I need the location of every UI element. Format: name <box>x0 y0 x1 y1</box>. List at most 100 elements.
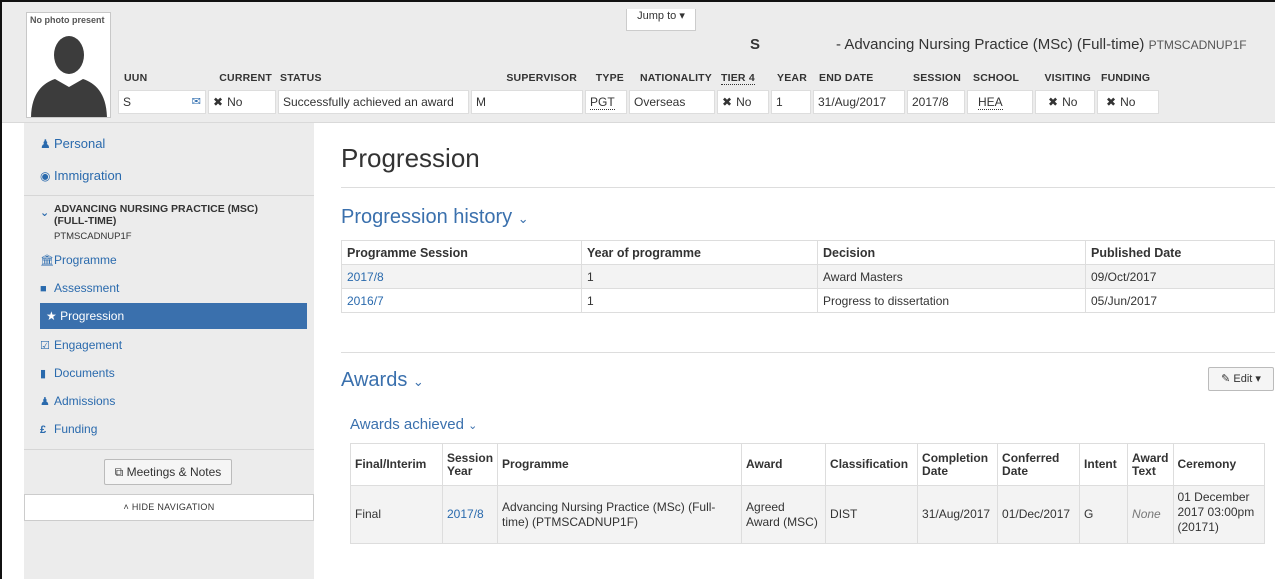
column-header: Award <box>741 443 827 486</box>
field-type-label: TYPE <box>595 72 624 84</box>
table-cell: 01/Dec/2017 <box>997 485 1081 544</box>
envelope-icon[interactable]: ✉ <box>192 91 201 113</box>
field-status-label: STATUS <box>280 72 322 84</box>
avatar-silhouette-icon <box>31 36 107 117</box>
edit-awards-button[interactable]: ✎ Edit ▾ <box>1208 367 1274 391</box>
table-row: 2016/7 1 Progress to dissertation 05/Jun… <box>341 288 1275 313</box>
session-link[interactable]: 2016/7 <box>341 288 582 313</box>
student-header: No photo present Jump to ▾ S - Advancing… <box>2 2 1275 123</box>
field-visiting-value: ✖ No <box>1035 90 1095 114</box>
column-header: Final/Interim <box>350 443 443 486</box>
table-cell: DIST <box>825 485 919 544</box>
table-cell: Award Masters <box>817 264 1086 289</box>
field-current: CURRENT ✖ No <box>208 72 276 116</box>
table-cell: 01 December 2017 03:00pm (20171) <box>1172 485 1265 544</box>
pencil-icon: ✎ <box>1221 373 1231 385</box>
sidebar-divider <box>24 449 314 450</box>
session-link[interactable]: 2017/8 <box>341 264 582 289</box>
field-year-value: 1 <box>771 90 811 114</box>
awards-table: Final/Interim Session Year Programme Awa… <box>350 443 1265 544</box>
column-header: Conferred Date <box>997 443 1081 486</box>
sidebar-nav: ♟ Personal ◉ Immigration ⌄ ADVANCING NURSI… <box>24 123 314 579</box>
pound-icon: £ <box>40 424 47 436</box>
field-tier4: TIER 4 ✖ No <box>717 72 769 116</box>
cross-icon: ✖ <box>1048 95 1059 109</box>
field-type: TYPE PGT <box>585 72 627 116</box>
field-uun-label: UUN <box>124 72 148 84</box>
chevron-down-icon: ⌄ <box>468 420 478 432</box>
field-nationality-value: Overseas <box>629 90 715 114</box>
star-icon: ★ <box>46 309 57 323</box>
table-row: 2017/8 1 Award Masters 09/Oct/2017 <box>341 264 1275 289</box>
cross-icon: ✖ <box>722 95 733 109</box>
table-cell: 1 <box>581 288 818 313</box>
meetings-notes-button[interactable]: ⧉ Meetings & Notes <box>104 459 232 485</box>
jump-to-dropdown[interactable]: Jump to ▾ <box>626 9 696 31</box>
sidebar-item-funding[interactable]: £ Funding <box>40 422 97 436</box>
field-school: SCHOOL HEA <box>967 72 1033 116</box>
table-cell: None <box>1127 485 1174 544</box>
table-cell: G <box>1079 485 1129 544</box>
field-session: SESSION 2017/8 <box>907 72 965 116</box>
field-end-date-value: 31/Aug/2017 <box>813 90 905 114</box>
table-cell: Agreed Award (MSC) <box>741 485 827 544</box>
field-type-value: PGT <box>585 90 627 114</box>
column-header: Award Text <box>1127 443 1174 486</box>
column-header: Completion Date <box>917 443 999 486</box>
field-nationality-label: NATIONALITY <box>640 72 712 84</box>
field-nationality: NATIONALITY Overseas <box>629 72 715 116</box>
caret-down-icon: ▾ <box>1255 373 1261 385</box>
column-header: Classification <box>825 443 919 486</box>
divider <box>341 352 1275 353</box>
field-funding: FUNDING ✖ No <box>1097 72 1159 116</box>
sidebar-item-engagement[interactable]: ☑ Engagement <box>40 338 122 352</box>
table-cell: Final <box>350 485 443 544</box>
student-name: S <box>750 36 761 53</box>
chevron-down-icon: ⌄ <box>40 207 50 219</box>
field-current-label: CURRENT <box>219 72 272 84</box>
field-year-label: YEAR <box>777 72 807 84</box>
chevron-down-icon: ⌄ <box>517 211 529 226</box>
photo-label: No photo present <box>30 15 105 25</box>
cross-icon: ✖ <box>213 95 224 109</box>
awards-achieved-heading[interactable]: Awards achieved ⌄ <box>350 416 477 433</box>
globe-icon: ◉ <box>40 169 51 183</box>
table-cell: 09/Oct/2017 <box>1085 264 1275 289</box>
sidebar-item-admissions[interactable]: ♟ Admissions <box>40 394 115 408</box>
divider <box>341 187 1275 188</box>
sidebar-item-programme[interactable]: 🏛Programme <box>40 253 117 267</box>
awards-heading[interactable]: Awards ⌄ <box>341 369 424 392</box>
field-school-value: HEA <box>967 90 1033 114</box>
hide-navigation-button[interactable]: ˄ HIDE NAVIGATION <box>24 494 314 521</box>
double-chevron-up-icon: ˄ <box>123 502 130 512</box>
sidebar-item-personal[interactable]: ♟ Personal <box>40 136 105 151</box>
table-row: Final 2017/8 Advancing Nursing Practice … <box>350 485 1265 544</box>
column-header: Decision <box>817 240 1086 265</box>
field-supervisor: SUPERVISOR M <box>471 72 583 116</box>
field-tier4-label: TIER 4 <box>721 72 755 85</box>
field-session-label: SESSION <box>913 72 962 84</box>
sidebar-item-immigration[interactable]: ◉ Immigration <box>40 168 122 183</box>
field-status: STATUS Successfully achieved an award <box>278 72 469 116</box>
field-end-date-label: END DATE <box>819 72 874 84</box>
progression-history-table: Programme Session Year of programme Deci… <box>341 240 1275 313</box>
field-year: YEAR 1 <box>771 72 811 116</box>
programme-title: - Advancing Nursing Practice (MSc) (Full… <box>836 36 1247 53</box>
column-header: Session Year <box>441 443 499 486</box>
column-header: Programme Session <box>341 240 582 265</box>
sidebar-item-progression[interactable]: ★ Progression <box>40 303 307 329</box>
table-cell: Advancing Nursing Practice (MSc) (Full-t… <box>497 485 743 544</box>
field-session-value: 2017/8 <box>907 90 965 114</box>
sidebar-item-documents[interactable]: ▮ Documents <box>40 366 115 380</box>
session-link[interactable]: 2017/8 <box>441 485 499 544</box>
field-supervisor-label: SUPERVISOR <box>506 72 577 84</box>
cross-icon: ✖ <box>1106 95 1117 109</box>
field-visiting: VISITING ✖ No <box>1035 72 1095 116</box>
column-header: Published Date <box>1085 240 1275 265</box>
sidebar-divider <box>24 195 314 196</box>
progression-history-heading[interactable]: Progression history ⌄ <box>341 206 529 229</box>
checkbox-icon: ☑ <box>40 340 50 352</box>
field-funding-value: ✖ No <box>1097 90 1159 114</box>
file-icon: ▮ <box>40 368 47 380</box>
sidebar-item-assessment[interactable]: ■ Assessment <box>40 281 119 295</box>
